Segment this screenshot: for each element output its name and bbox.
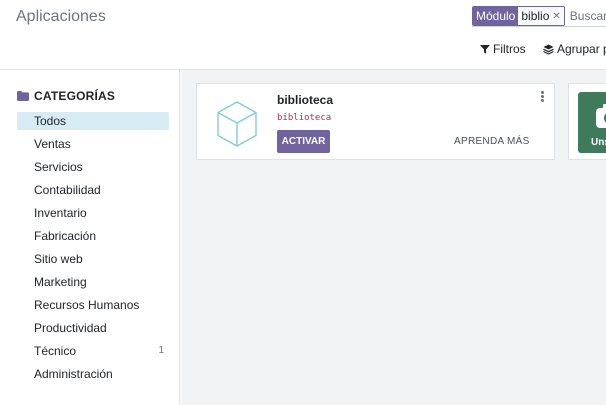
search-input[interactable] [564,9,606,23]
group-by-label: Agrupar por [557,42,606,56]
sidebar-item-label: Sitio web [34,252,83,266]
sidebar-header-label: CATEGORÍAS [34,89,116,103]
page-title: Aplicaciones [16,8,106,25]
facet-value: biblio [518,7,553,25]
control-panel: Aplicaciones Módulo biblio ✕ Filtros Agr… [0,0,606,70]
sidebar-item-servicios[interactable]: Servicios [17,158,169,176]
sidebar-item-label: Servicios [34,160,83,174]
sidebar-item-label: Todos [34,114,67,128]
module-thumbnail: Uns [578,92,606,153]
app-window: Aplicaciones Módulo biblio ✕ Filtros Agr… [0,0,606,405]
search-bar[interactable]: Módulo biblio ✕ [472,6,606,27]
sidebar-item-marketing[interactable]: Marketing [17,273,169,291]
sidebar-item-label: Técnico [34,344,77,358]
card-menu-icon[interactable] [541,91,545,105]
sidebar-item-label: Recursos Humanos [34,298,140,312]
sidebar-item-label: Contabilidad [34,183,101,197]
learn-more-link[interactable]: APRENDA MÁS [454,136,530,147]
sidebar-item-productividad[interactable]: Productividad [17,319,169,337]
folder-icon [17,91,29,101]
group-by-button[interactable]: Agrupar por [543,42,606,56]
module-card[interactable]: biblioteca biblioteca ACTIVAR APRENDA MÁ… [196,83,555,160]
sidebar-item-label: Ventas [34,137,71,151]
category-count-badge: 1 [158,345,164,356]
sidebar-item-label: Marketing [34,275,87,289]
sidebar-item-todos[interactable]: Todos [17,112,169,130]
sidebar-item-inventario[interactable]: Inventario [17,204,169,222]
partial-card-text: Uns [591,137,606,148]
module-card-partial[interactable]: Uns [568,83,606,160]
apps-kanban-view: biblioteca biblioteca ACTIVAR APRENDA MÁ… [181,70,606,405]
sidebar-item-label: Administración [34,367,113,381]
search-facet[interactable]: Módulo biblio ✕ [472,6,565,26]
sidebar-item-ventas[interactable]: Ventas [17,135,169,153]
filters-button[interactable]: Filtros [480,42,526,56]
sidebar-item-label: Productividad [34,321,107,335]
sidebar-item-label: Inventario [34,206,87,220]
sidebar-item-recursos-humanos[interactable]: Recursos Humanos [17,296,169,314]
sidebar-item-label: Fabricación [34,229,97,243]
cube-icon [217,101,257,147]
sidebar-item-fabricacion[interactable]: Fabricación [17,227,169,245]
facet-remove-icon[interactable]: ✕ [552,7,564,25]
filters-label: Filtros [493,42,526,56]
module-name: biblioteca [277,93,334,107]
category-sidebar: CATEGORÍAS Todos Ventas Servicios Contab… [0,70,180,405]
sidebar-item-administracion[interactable]: Administración [17,365,169,383]
sidebar-header: CATEGORÍAS [17,89,115,103]
sidebar-item-contabilidad[interactable]: Contabilidad [17,181,169,199]
camera-icon [596,104,606,128]
sidebar-item-tecnico[interactable]: Técnico 1 [17,342,169,360]
sidebar-item-sitio-web[interactable]: Sitio web [17,250,169,268]
module-technical-name: biblioteca [277,113,332,123]
filter-icon [480,45,490,54]
layers-icon [543,44,554,55]
category-list: Todos Ventas Servicios Contabilidad Inve… [17,112,169,388]
facet-label: Módulo [473,7,519,25]
activate-button[interactable]: ACTIVAR [277,130,330,153]
